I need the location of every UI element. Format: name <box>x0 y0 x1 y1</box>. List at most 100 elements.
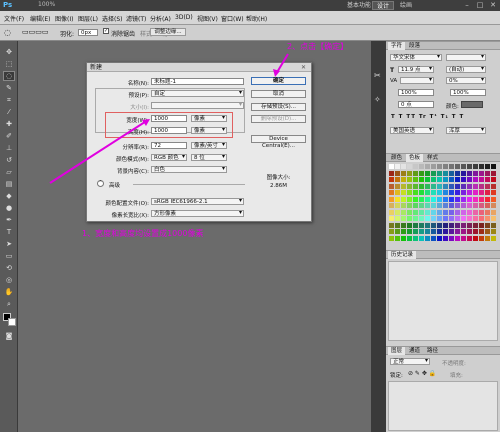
color-swatch[interactable] <box>467 183 472 189</box>
color-swatch[interactable] <box>449 216 454 221</box>
color-swatch[interactable] <box>431 170 436 176</box>
color-swatch[interactable] <box>437 196 442 202</box>
color-swatch[interactable] <box>467 164 472 169</box>
color-swatch[interactable] <box>479 229 484 234</box>
color-swatch[interactable] <box>491 170 496 176</box>
color-swatch[interactable] <box>389 183 394 189</box>
tool-presets-icon[interactable]: ✂ <box>374 71 381 80</box>
color-swatch[interactable] <box>449 177 454 182</box>
color-swatch[interactable] <box>491 196 496 202</box>
color-swatch[interactable] <box>437 203 442 208</box>
color-swatch[interactable] <box>455 216 460 221</box>
color-swatch[interactable] <box>413 183 418 189</box>
color-swatch[interactable] <box>443 209 448 215</box>
color-swatch[interactable] <box>419 216 424 221</box>
color-swatch[interactable] <box>425 190 430 195</box>
color-swatch[interactable] <box>401 203 406 208</box>
color-swatch[interactable] <box>443 203 448 208</box>
color-swatch[interactable] <box>431 209 436 215</box>
color-swatch[interactable] <box>419 196 424 202</box>
color-swatch[interactable] <box>455 177 460 182</box>
color-swatch[interactable] <box>413 229 418 234</box>
color-swatch[interactable] <box>395 170 400 176</box>
color-swatch[interactable] <box>425 196 430 202</box>
leading-select[interactable]: (自动) <box>446 66 486 73</box>
tab-paragraph[interactable]: 段落 <box>406 42 423 50</box>
color-swatch[interactable] <box>485 235 490 241</box>
color-swatch[interactable] <box>461 222 466 228</box>
color-swatch[interactable] <box>485 177 490 182</box>
color-swatch[interactable] <box>401 190 406 195</box>
color-swatch[interactable] <box>485 209 490 215</box>
color-swatch[interactable] <box>449 164 454 169</box>
color-swatch[interactable] <box>395 196 400 202</box>
color-swatch[interactable] <box>419 164 424 169</box>
swatch-grid[interactable] <box>389 164 497 244</box>
color-swatch[interactable] <box>401 209 406 215</box>
color-swatch[interactable] <box>485 222 490 228</box>
color-swatch[interactable] <box>479 183 484 189</box>
color-swatch[interactable] <box>485 170 490 176</box>
color-swatch[interactable] <box>443 177 448 182</box>
color-swatch[interactable] <box>443 170 448 176</box>
color-swatch[interactable] <box>479 222 484 228</box>
color-swatch[interactable] <box>419 209 424 215</box>
color-swatch[interactable] <box>473 209 478 215</box>
color-swatch[interactable] <box>479 164 484 169</box>
color-swatch[interactable] <box>401 222 406 228</box>
color-swatch[interactable] <box>467 203 472 208</box>
color-swatch[interactable] <box>395 235 400 241</box>
color-swatch[interactable] <box>431 222 436 228</box>
vertical-scale-input[interactable]: 100% <box>398 89 434 96</box>
color-swatch[interactable] <box>491 209 496 215</box>
color-swatch[interactable] <box>395 190 400 195</box>
font-style-select[interactable] <box>446 54 486 61</box>
color-swatch[interactable] <box>419 229 424 234</box>
color-swatch[interactable] <box>389 177 394 182</box>
color-swatch[interactable] <box>461 229 466 234</box>
color-swatch[interactable] <box>473 164 478 169</box>
color-swatch[interactable] <box>395 209 400 215</box>
color-swatch[interactable] <box>449 190 454 195</box>
color-swatch[interactable] <box>419 235 424 241</box>
color-swatch[interactable] <box>449 235 454 241</box>
color-swatch[interactable] <box>419 190 424 195</box>
color-swatch[interactable] <box>425 209 430 215</box>
color-swatch[interactable] <box>449 222 454 228</box>
color-swatch[interactable] <box>389 164 394 169</box>
color-swatch[interactable] <box>491 203 496 208</box>
language-select[interactable]: 美国英语 <box>390 127 434 134</box>
color-swatch[interactable] <box>455 190 460 195</box>
color-swatch[interactable] <box>473 190 478 195</box>
color-swatch[interactable] <box>479 190 484 195</box>
color-swatch[interactable] <box>419 203 424 208</box>
color-swatch[interactable] <box>419 170 424 176</box>
tab-color[interactable]: 颜色 <box>388 154 405 162</box>
color-swatch[interactable] <box>437 170 442 176</box>
color-swatch[interactable] <box>467 170 472 176</box>
color-swatch[interactable] <box>425 216 430 221</box>
color-swatch[interactable] <box>485 196 490 202</box>
color-swatch[interactable] <box>425 222 430 228</box>
color-swatch[interactable] <box>401 170 406 176</box>
color-swatch[interactable] <box>485 216 490 221</box>
color-swatch[interactable] <box>479 170 484 176</box>
color-swatch[interactable] <box>461 183 466 189</box>
color-swatch[interactable] <box>455 196 460 202</box>
color-swatch[interactable] <box>425 164 430 169</box>
color-swatch[interactable] <box>431 190 436 195</box>
tracking-select[interactable]: 0% <box>446 77 486 84</box>
color-swatch[interactable] <box>485 183 490 189</box>
color-swatch[interactable] <box>455 235 460 241</box>
color-swatch[interactable] <box>401 164 406 169</box>
color-swatch[interactable] <box>443 235 448 241</box>
color-swatch[interactable] <box>467 229 472 234</box>
color-swatch[interactable] <box>437 229 442 234</box>
color-swatch[interactable] <box>449 209 454 215</box>
color-swatch[interactable] <box>425 183 430 189</box>
color-swatch[interactable] <box>461 209 466 215</box>
color-swatch[interactable] <box>413 190 418 195</box>
color-swatch[interactable] <box>407 209 412 215</box>
color-swatch[interactable] <box>407 170 412 176</box>
color-swatch[interactable] <box>491 190 496 195</box>
